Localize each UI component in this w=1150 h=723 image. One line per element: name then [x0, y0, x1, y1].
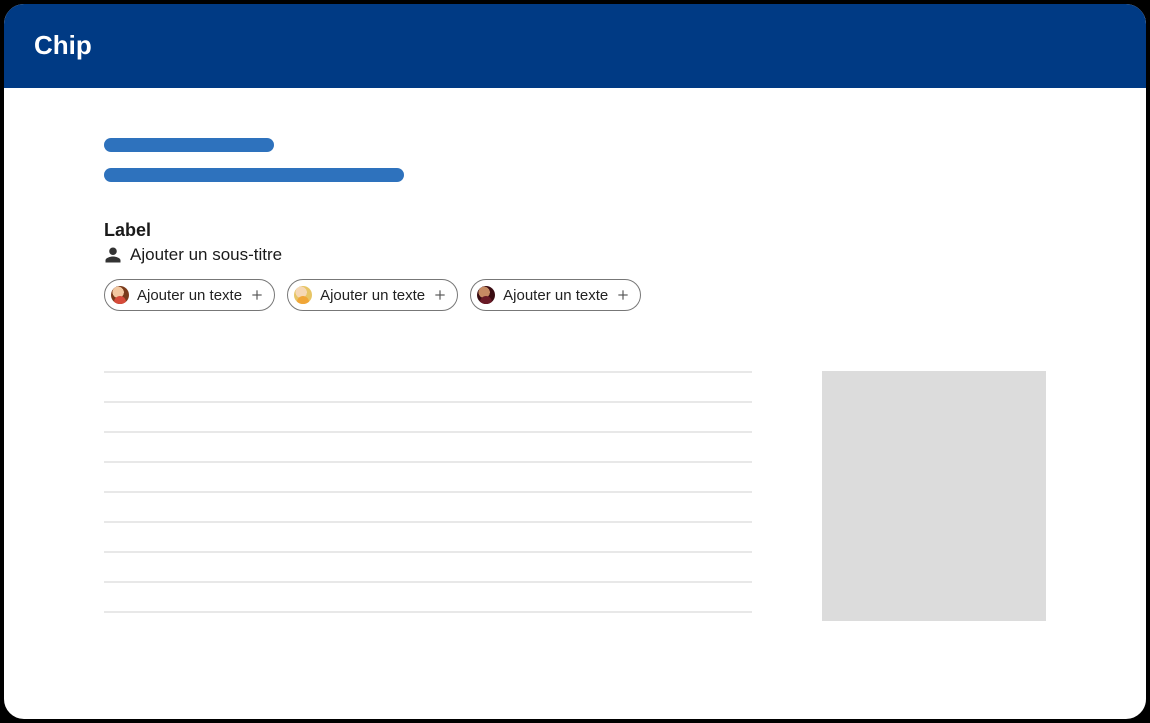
skeleton-heading — [104, 138, 1046, 182]
page-title: Chip — [34, 30, 92, 61]
plus-icon — [433, 288, 447, 302]
plus-icon — [616, 288, 630, 302]
skeleton-line — [104, 521, 752, 523]
label-block: Label Ajouter un sous-titre — [104, 220, 1046, 265]
person-icon — [104, 246, 122, 264]
chip-add-text-1[interactable]: Ajouter un texte — [104, 279, 275, 311]
skeleton-line — [104, 371, 752, 373]
skeleton-line — [104, 581, 752, 583]
image-placeholder — [822, 371, 1046, 621]
window-frame: Chip Label Ajouter un sous-titre Ajouter… — [0, 0, 1150, 723]
subtitle-text: Ajouter un sous-titre — [130, 245, 282, 265]
skeleton-line — [104, 461, 752, 463]
lower-section — [104, 371, 1046, 641]
chip-label: Ajouter un texte — [137, 288, 242, 303]
avatar-icon — [111, 286, 129, 304]
header-bar: Chip — [4, 4, 1146, 88]
skeleton-line — [104, 401, 752, 403]
skeleton-line-2 — [104, 168, 404, 182]
field-label: Label — [104, 220, 1046, 241]
chips-row: Ajouter un texte Ajouter un texte Ajoute… — [104, 279, 1046, 311]
chip-label: Ajouter un texte — [320, 288, 425, 303]
main-content: Label Ajouter un sous-titre Ajouter un t… — [4, 88, 1146, 641]
chip-label: Ajouter un texte — [503, 288, 608, 303]
chip-add-text-2[interactable]: Ajouter un texte — [287, 279, 458, 311]
avatar-icon — [477, 286, 495, 304]
chip-add-text-3[interactable]: Ajouter un texte — [470, 279, 641, 311]
avatar-icon — [294, 286, 312, 304]
plus-icon — [250, 288, 264, 302]
skeleton-line — [104, 431, 752, 433]
skeleton-line — [104, 551, 752, 553]
skeleton-line — [104, 491, 752, 493]
skeleton-line — [104, 611, 752, 613]
skeleton-line-1 — [104, 138, 274, 152]
skeleton-lines — [104, 371, 752, 641]
subtitle-row[interactable]: Ajouter un sous-titre — [104, 245, 1046, 265]
